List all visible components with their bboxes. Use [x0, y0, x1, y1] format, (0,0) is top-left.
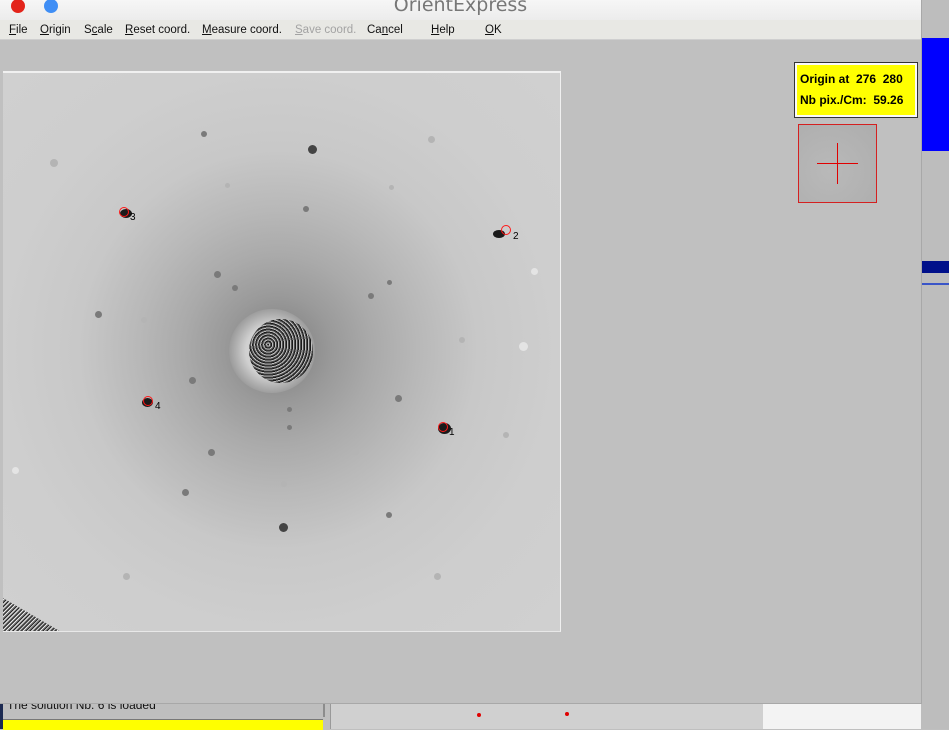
menu-ok[interactable]: OK: [485, 24, 502, 36]
diffraction-spot: [387, 280, 392, 285]
diffraction-spot: [531, 268, 538, 275]
origin-x-value: 276: [856, 72, 877, 86]
menu-cancel[interactable]: Cancel: [367, 24, 403, 36]
reflection-label-3: 3: [130, 212, 136, 223]
scale-value: 59.26: [873, 93, 904, 107]
diffraction-spot: [303, 206, 309, 212]
background-white-panel: [762, 703, 921, 729]
menu-file[interactable]: File: [9, 24, 28, 36]
title-bar[interactable]: OrientExpress: [0, 0, 921, 20]
menu-origin[interactable]: Origin: [40, 24, 71, 36]
diffraction-spot: [287, 407, 292, 412]
background-blue-line: [921, 283, 949, 285]
menu-help[interactable]: Help: [431, 24, 455, 36]
reflection-marker-4[interactable]: [143, 396, 153, 406]
origin-info-box: Origin at 276 280 Nb pix./Cm: 59.26: [794, 62, 918, 118]
diffraction-spot: [386, 512, 392, 518]
preview-spot: [477, 713, 481, 717]
diffraction-spot: [141, 317, 147, 323]
diffraction-spot: [50, 159, 58, 167]
background-blue-bar: [921, 261, 949, 273]
reflection-label-4: 4: [155, 401, 161, 412]
background-image-preview: [330, 703, 763, 729]
diffraction-spot: [279, 523, 288, 532]
diffraction-spot: [123, 573, 130, 580]
reflection-label-2: 2: [513, 231, 519, 242]
diffraction-spot: [208, 449, 215, 456]
diffraction-image[interactable]: 1 2 3 4: [3, 71, 561, 632]
diffraction-spot: [201, 131, 207, 137]
menu-reset-coord[interactable]: Reset coord.: [125, 24, 190, 36]
beam-stop: [249, 319, 313, 383]
diffraction-spot: [395, 395, 402, 402]
reflection-label-1: 1: [449, 427, 455, 438]
window-title: OrientExpress: [393, 0, 528, 16]
diffraction-spot: [459, 337, 465, 343]
orientexpress-window: OrientExpress File Origin Scale Reset co…: [0, 0, 922, 704]
diffraction-spot: [308, 145, 317, 154]
diffraction-spot: [389, 185, 394, 190]
diffraction-spot: [214, 271, 221, 278]
diffraction-spot: [182, 489, 189, 496]
diffraction-spot: [12, 467, 19, 474]
diffraction-spot: [225, 183, 230, 188]
diffraction-spot: [434, 573, 441, 580]
preview-spot: [565, 712, 569, 716]
scale-readout: Nb pix./Cm: 59.26: [800, 93, 903, 107]
background-blue-panel: [921, 38, 949, 151]
menu-bar: File Origin Scale Reset coord. Measure c…: [0, 20, 921, 40]
diffraction-spot: [428, 136, 435, 143]
diffraction-spot: [353, 449, 359, 455]
status-highlight-field: [3, 719, 323, 730]
diffraction-spot: [368, 293, 374, 299]
diffraction-spot: [287, 425, 292, 430]
reflection-marker-2[interactable]: [501, 225, 511, 235]
reflection-marker-1[interactable]: [438, 422, 448, 432]
menu-scale[interactable]: Scale: [84, 24, 113, 36]
reflection-marker-3[interactable]: [119, 207, 129, 217]
menu-measure-coord[interactable]: Measure coord.: [202, 24, 282, 36]
diffraction-spot: [232, 285, 238, 291]
scale-label: Nb pix./Cm:: [800, 93, 867, 107]
diffraction-spot: [281, 481, 287, 487]
diffraction-spot: [189, 377, 196, 384]
menu-save-coord: Save coord.: [295, 24, 357, 36]
crosshair-vertical: [837, 143, 838, 184]
diffraction-spot: [519, 342, 528, 351]
origin-y-value: 280: [882, 72, 903, 86]
origin-readout: Origin at 276 280: [800, 72, 903, 86]
zoom-preview: [798, 124, 877, 203]
diffraction-spot: [503, 432, 509, 438]
image-corner-artifact: [3, 598, 63, 631]
diffraction-spot: [95, 311, 102, 318]
origin-label: Origin at: [800, 72, 850, 86]
